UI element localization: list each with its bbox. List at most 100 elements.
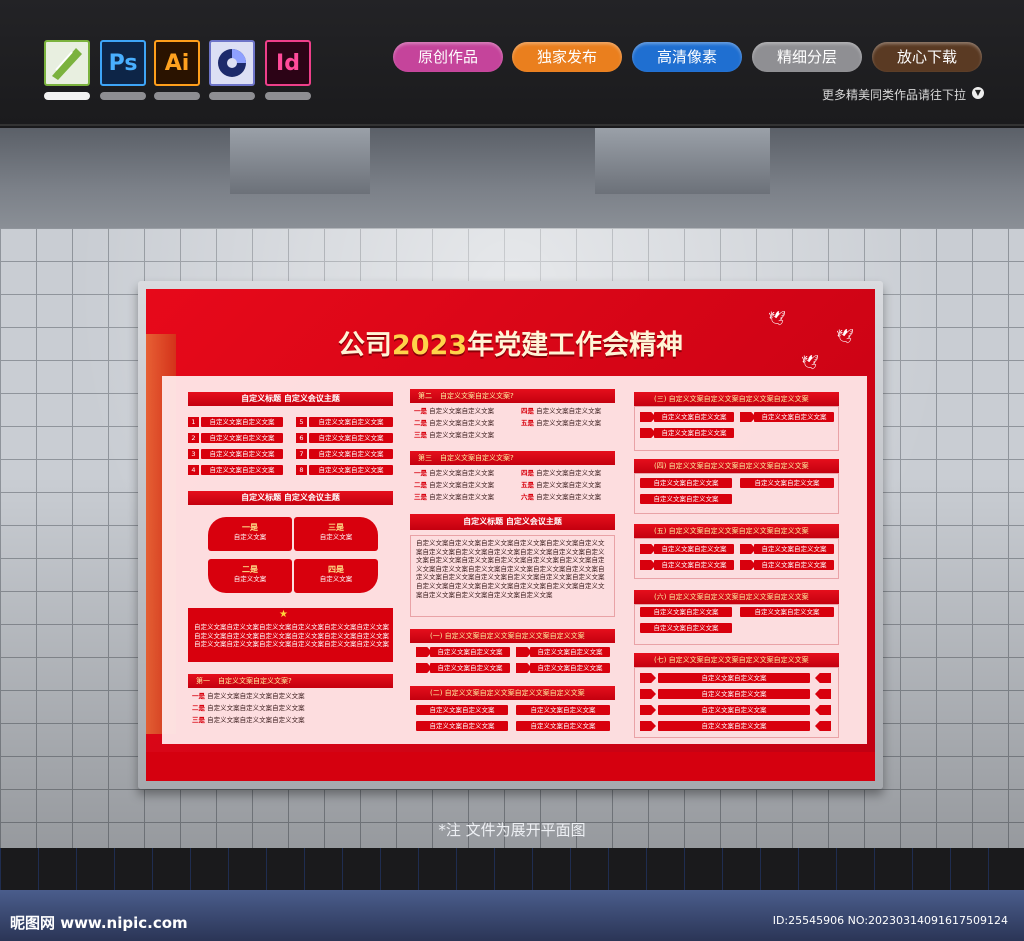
item-pill: 自定义文案自定义文案 [754, 412, 834, 422]
tag-original[interactable]: 原创作品 [393, 42, 503, 72]
petal-head: 一是 [242, 523, 258, 532]
more-link[interactable]: 更多精美同类作品请往下拉 [822, 86, 966, 103]
petal-text: 自定义文案 [319, 575, 353, 583]
item-number: 7 [296, 449, 307, 459]
answer-line: 二是 自定义文案自定义文案自定义文案 [192, 704, 305, 712]
item-pill: 自定义文案自定义文案 [309, 465, 393, 475]
answer-key: 四是 [521, 469, 534, 477]
answer-key: 五是 [521, 419, 534, 427]
item-number: 3 [188, 449, 199, 459]
illustrator-icon: Ai [154, 40, 200, 86]
item-number: 1 [188, 417, 199, 427]
sub-header: (七) 自定义文案自定义文案自定义文案自定义文案 [634, 653, 839, 667]
item-pill: 自定义文案自定义文案 [201, 449, 283, 459]
question-header: 第一 自定义文案自定义文案? [188, 674, 393, 688]
item-number: 6 [296, 433, 307, 443]
photoshop-icon-bar [100, 92, 146, 100]
item-pill: 自定义文案自定义文案 [201, 433, 283, 443]
answer-line: 三是 自定义文案自定义文案 [414, 431, 494, 439]
section-header: 自定义标题 自定义会议主题 [188, 392, 393, 406]
answer-key: 一是 [414, 407, 427, 415]
answer-key: 六是 [521, 493, 534, 501]
question-text: 自定义文案自定义文案? [440, 392, 514, 400]
answer-key: 二是 [414, 481, 427, 489]
item-pill: 自定义文案自定义文案 [640, 478, 732, 488]
answer-value: 自定义文案自定义文案 [536, 419, 602, 427]
item-pill: 自定义文案自定义文案 [640, 607, 732, 617]
answer-value: 自定义文案自定义文案 [429, 431, 495, 439]
question-text: 自定义文案自定义文案? [218, 677, 292, 685]
answer-line: 四是 自定义文案自定义文案 [521, 469, 601, 477]
coreldraw-icon-bar [44, 92, 90, 100]
answer-line: 一是 自定义文案自定义文案自定义文案 [192, 692, 305, 700]
tag-download[interactable]: 放心下载 [872, 42, 982, 72]
answer-key: 三是 [192, 716, 205, 724]
item-pill: 自定义文案自定义文案 [658, 721, 810, 731]
item-pill: 自定义文案自定义文案 [658, 689, 810, 699]
answer-key: 一是 [192, 692, 205, 700]
dove-icon: 🕊 [836, 329, 854, 345]
answer-line: 一是 自定义文案自定义文案 [414, 469, 494, 477]
item-pill: 自定义文案自定义文案 [309, 449, 393, 459]
answer-key: 三是 [414, 493, 427, 501]
item-pill: 自定义文案自定义文案 [658, 705, 810, 715]
item-pill: 自定义文案自定义文案 [740, 607, 834, 617]
item-number: 2 [188, 433, 199, 443]
answer-value: 自定义文案自定义文案 [429, 407, 495, 415]
title-post: 年党建工作会精神 [467, 330, 684, 361]
tag-layered[interactable]: 精细分层 [752, 42, 862, 72]
section-header: 自定义标题 自定义会议主题 [410, 514, 615, 530]
item-pill: 自定义文案自定义文案 [201, 417, 283, 427]
answer-value: 自定义文案自定义文案 [429, 469, 495, 477]
main-paragraph: 自定义文案自定义文案自定义文案自定义文案自定义文案自定义文案自定义文案自定义文案… [416, 539, 605, 599]
petal-four: 四是 自定义文案 [294, 559, 378, 593]
item-pill: 自定义文案自定义文案 [654, 544, 734, 554]
answer-key: 一是 [414, 469, 427, 477]
question-label: 第二 [418, 392, 432, 400]
watermark-site: 昵图网 www.nipic.com [10, 914, 188, 932]
answer-value: 自定义文案自定义文案 [429, 493, 495, 501]
coreldraw-icon [44, 40, 90, 86]
dove-icon: 🕊 [801, 355, 819, 371]
billboard: 公司2023年党建工作会精神 🕊 🕊 🕊 自定义标题 自定义会议主题 1 自定义… [146, 289, 875, 781]
item-pill: 自定义文案自定义文案 [416, 721, 508, 731]
board-title: 公司2023年党建工作会精神 [146, 323, 875, 362]
tag-hd[interactable]: 高清像素 [632, 42, 742, 72]
tag-exclusive[interactable]: 独家发布 [512, 42, 622, 72]
answer-value: 自定义文案自定义文案 [429, 481, 495, 489]
answer-line: 三是 自定义文案自定义文案 [414, 493, 494, 501]
sub-header: (三) 自定义文案自定义文案自定义文案自定义文案 [634, 392, 839, 406]
sub-header: (一) 自定义文案自定义文案自定义文案自定义文案 [410, 629, 615, 643]
top-bar: Ps Ai Id 原创作品 独家发布 高清像素 精细分层 放心下载 更多精美同类… [0, 0, 1024, 126]
indesign-icon-bar [265, 92, 311, 100]
title-year: 2023 [391, 330, 468, 361]
ceiling-beam [230, 128, 370, 194]
item-pill: 自定义文案自定义文案 [530, 663, 610, 673]
star-icon: ★ [279, 609, 288, 620]
item-pill: 自定义文案自定义文案 [516, 705, 610, 715]
photoshop-icon: Ps [100, 40, 146, 86]
petal-one: 一是 自定义文案 [208, 517, 292, 551]
answer-line: 六是 自定义文案自定义文案 [521, 493, 601, 501]
item-pill: 自定义文案自定义文案 [309, 433, 393, 443]
answer-line: 二是 自定义文案自定义文案 [414, 481, 494, 489]
sub-header: (五) 自定义文案自定义文案自定义文案自定义文案 [634, 524, 839, 538]
item-number: 4 [188, 465, 199, 475]
item-pill: 自定义文案自定义文案 [740, 478, 834, 488]
chevron-down-icon[interactable]: ▼ [972, 87, 984, 99]
petal-three: 三是 自定义文案 [294, 517, 378, 551]
item-pill: 自定义文案自定义文案 [430, 663, 510, 673]
star-paragraph: 自定义文案自定义文案自定义文案自定义文案自定义文案自定义文案自定义文案自定义文案… [194, 623, 389, 649]
note-text: *注 文件为展开平面图 [438, 821, 586, 839]
answer-value: 自定义文案自定义文案 [536, 469, 602, 477]
answer-value: 自定义文案自定义文案自定义文案 [207, 716, 305, 724]
item-pill: 自定义文案自定义文案 [530, 647, 610, 657]
sub-header: (六) 自定义文案自定义文案自定义文案自定义文案 [634, 590, 839, 604]
photoshop-icon-label: Ps [108, 51, 138, 76]
item-pill: 自定义文案自定义文案 [309, 417, 393, 427]
item-pill: 自定义文案自定义文案 [654, 428, 734, 438]
illustrator-icon-label: Ai [164, 51, 190, 76]
item-pill: 自定义文案自定义文案 [430, 647, 510, 657]
section-header: 自定义标题 自定义会议主题 [188, 491, 393, 505]
petal-text: 自定义文案 [319, 533, 353, 541]
